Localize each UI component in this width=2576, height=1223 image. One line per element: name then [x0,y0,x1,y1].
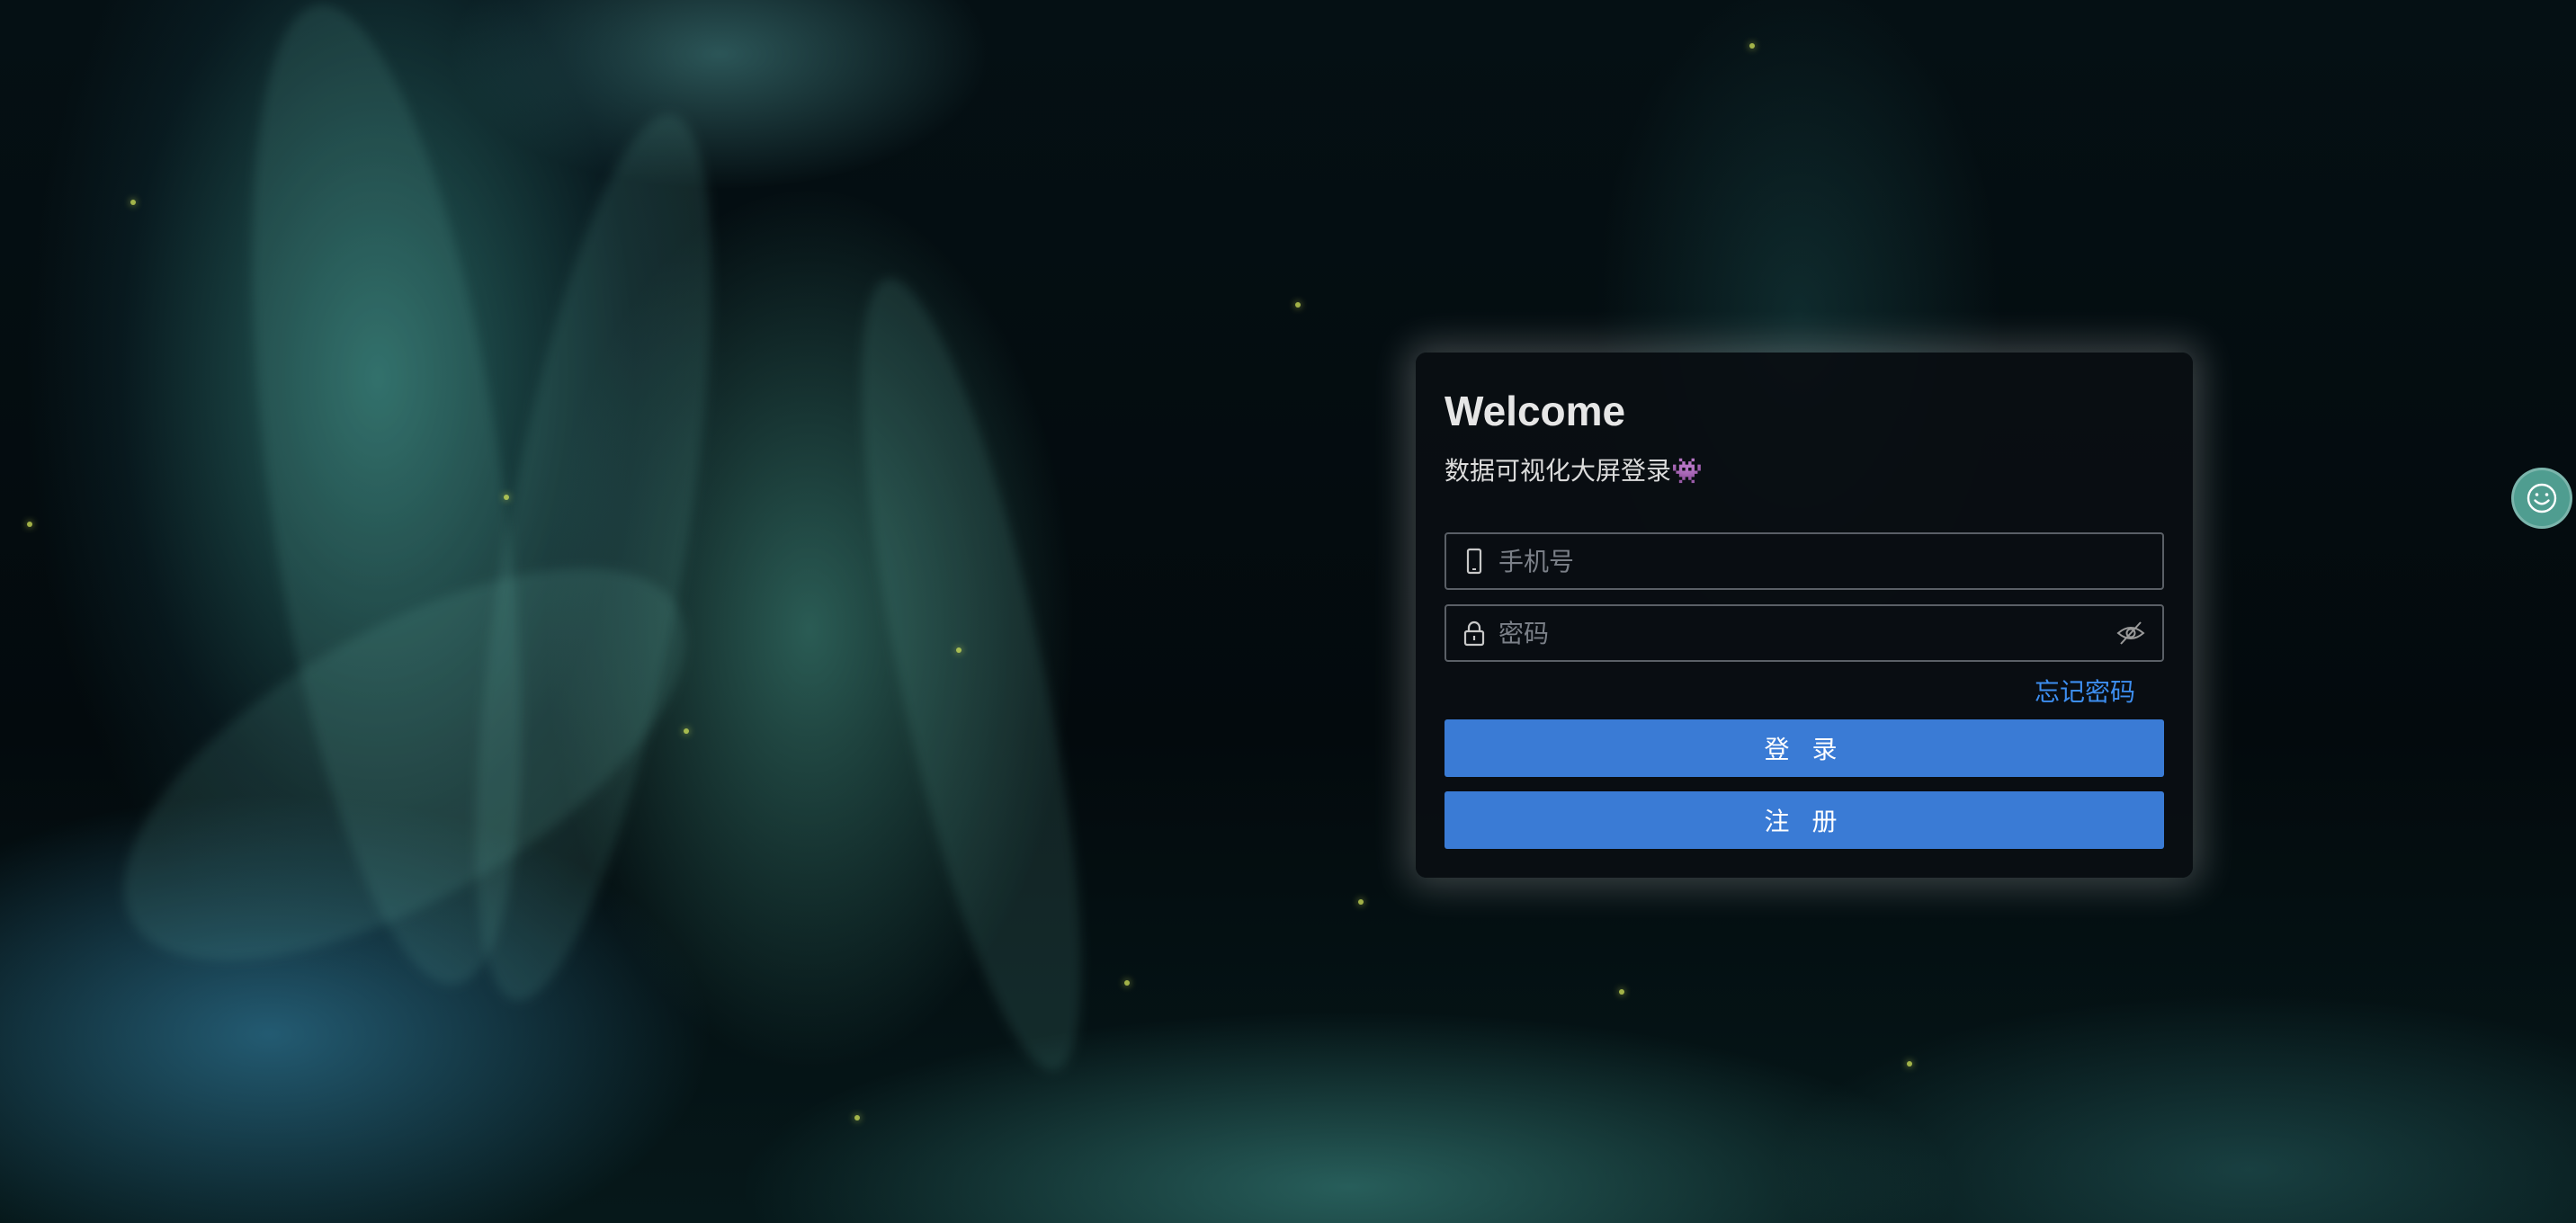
phone-field[interactable] [1445,532,2164,590]
login-button[interactable]: 登 录 [1445,719,2164,777]
register-button[interactable]: 注 册 [1445,791,2164,849]
eye-slash-icon[interactable] [2115,620,2146,647]
floating-assistant-button[interactable] [2511,468,2572,529]
forgot-password-link[interactable]: 忘记密码 [2035,673,2135,709]
password-field[interactable] [1445,604,2164,662]
card-subtitle: 数据可视化大屏登录👾 [1445,456,1703,486]
password-input[interactable] [1498,618,2115,648]
login-card: Welcome 数据可视化大屏登录👾 忘记密码 登 录 注 册 [1416,353,2193,878]
phone-input[interactable] [1498,546,2146,576]
lock-icon [1463,620,1485,647]
mobile-phone-icon [1466,548,1482,575]
card-title: Welcome [1445,388,1626,434]
smiley-icon [2527,483,2557,513]
